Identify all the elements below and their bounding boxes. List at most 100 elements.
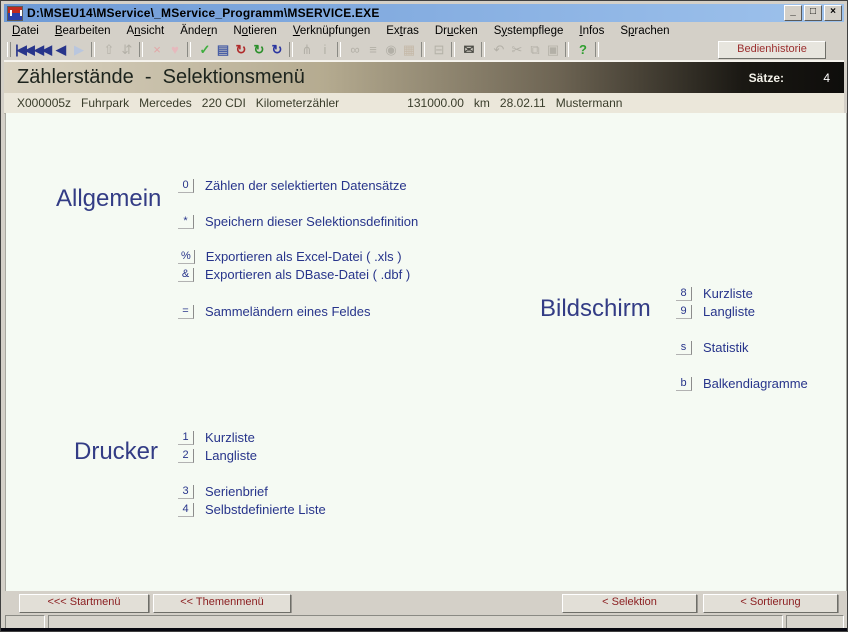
application-window: D:\MSEU14\MService\_MService_Programm\MS…: [0, 0, 848, 632]
shortcut-key: %: [178, 250, 195, 264]
favorite-icon: ♥: [165, 41, 183, 58]
link-icon: ⋔: [297, 41, 315, 58]
run-green-icon[interactable]: ↻: [249, 41, 267, 58]
chart-icon: ▦: [399, 41, 417, 58]
menu-item-selbstdefinierte-liste[interactable]: 4 Selbstdefinierte Liste: [178, 502, 326, 517]
toolbar-separator: [289, 42, 293, 57]
menu-item-serienbrief[interactable]: 3 Serienbrief: [178, 484, 268, 499]
menu-item-balkendiagramme[interactable]: b Balkendiagramme: [676, 376, 808, 391]
menu-verknuepfungen[interactable]: Verknüpfungen: [285, 24, 378, 38]
toolbar-separator: [481, 42, 485, 57]
menu-item-sammelaendern[interactable]: = Sammeländern eines Feldes: [178, 304, 370, 319]
search-icon: ∞: [345, 41, 363, 58]
selection-menu-content: Allgemein 0 Zählen der selektierten Date…: [5, 113, 847, 591]
menu-notieren[interactable]: Notieren: [225, 24, 285, 38]
record-date: 28.02.11: [500, 96, 546, 110]
list-icon: ≡: [363, 41, 381, 58]
prev-record-icon[interactable]: ◀: [51, 41, 69, 58]
app-icon: [7, 6, 23, 21]
paste-icon: ▣: [543, 41, 561, 58]
toolbar-separator: [421, 42, 425, 57]
menu-drucken[interactable]: Drucken: [427, 24, 486, 38]
record-id: X000005z: [17, 96, 71, 110]
sortierung-button[interactable]: < Sortierung: [703, 594, 838, 613]
menu-item-statistik[interactable]: s Statistik: [676, 340, 749, 355]
toolbar-icons: |◀◀◀◀◀▶⇧⇵×♥✓▤↻↻↻⋔i∞≡◉▦⊟✉↶✂⧉▣?: [15, 41, 603, 58]
menu-ansicht[interactable]: Ansicht: [119, 24, 173, 38]
menu-item-selektionsdefinition-speichern[interactable]: * Speichern dieser Selektionsdefinition: [178, 214, 418, 229]
footer-bar: <<< Startmenü << Themenmenü < Selektion …: [4, 591, 844, 613]
record-make: Mercedes: [139, 96, 192, 110]
shortcut-key: 0: [178, 179, 194, 193]
records-count-value: 4: [823, 71, 830, 85]
selektion-button[interactable]: < Selektion: [562, 594, 697, 613]
help-icon[interactable]: ?: [573, 41, 591, 58]
section-title-allgemein: Allgemein: [56, 185, 161, 213]
records-count-label: Sätze:: [749, 71, 784, 85]
first-record-icon[interactable]: |◀◀: [15, 41, 33, 58]
section-title-drucker: Drucker: [74, 438, 158, 466]
run-red-icon[interactable]: ↻: [231, 41, 249, 58]
copy-icon: ⧉: [525, 41, 543, 58]
menu-aendern[interactable]: Ändern: [172, 24, 225, 38]
shortcut-key: *: [178, 215, 194, 229]
minimize-button[interactable]: _: [784, 5, 802, 21]
history-button[interactable]: Bedienhistorie: [718, 41, 826, 59]
window-bottom-edge: [1, 628, 847, 631]
title-bar[interactable]: D:\MSEU14\MService\_MService_Programm\MS…: [4, 4, 844, 22]
next-record-icon: ▶: [69, 41, 87, 58]
record-model: 220 CDI: [202, 96, 246, 110]
toolbar-separator: [565, 42, 569, 57]
info-icon: i: [315, 41, 333, 58]
toolbar-separator: [139, 42, 143, 57]
menu-extras[interactable]: Extras: [378, 24, 427, 38]
menu-infos[interactable]: Infos: [571, 24, 612, 38]
menu-systempflege[interactable]: Systempflege: [486, 24, 572, 38]
menu-item-export-dbase[interactable]: & Exportieren als DBase-Datei ( .dbf ): [178, 267, 410, 282]
menu-item-bildschirm-kurzliste[interactable]: 8 Kurzliste: [676, 286, 753, 301]
cut-icon: ✂: [507, 41, 525, 58]
record-category: Fuhrpark: [81, 96, 129, 110]
shortcut-key: 2: [178, 449, 194, 463]
current-record-bar: X000005z Fuhrpark Mercedes 220 CDI Kilom…: [4, 93, 844, 114]
maximize-button[interactable]: □: [804, 5, 822, 21]
menu-sprachen[interactable]: Sprachen: [612, 24, 677, 38]
confirm-icon[interactable]: ✓: [195, 41, 213, 58]
mail-icon[interactable]: ✉: [459, 41, 477, 58]
menu-bearbeiten[interactable]: Bearbeiten: [47, 24, 119, 38]
undo-icon: ↶: [489, 41, 507, 58]
toolbar-separator: [595, 42, 599, 57]
record-counter-value: 131000.00: [407, 96, 464, 110]
import-icon: ⇧: [99, 41, 117, 58]
delete-icon: ×: [147, 41, 165, 58]
shortcut-key: 8: [676, 287, 692, 301]
menu-datei[interactable]: Datei: [4, 24, 47, 38]
shortcut-key: b: [676, 377, 692, 391]
preview-icon: ◉: [381, 41, 399, 58]
close-button[interactable]: ×: [824, 5, 842, 21]
window-title: D:\MSEU14\MService\_MService_Programm\MS…: [27, 6, 784, 20]
menu-item-bildschirm-langliste[interactable]: 9 Langliste: [676, 304, 755, 319]
page-header: Zählerstände - Selektionsmenü Sätze: 4: [4, 61, 844, 94]
menubar: DateiBearbeitenAnsichtÄndernNotierenVerk…: [4, 22, 844, 39]
menu-item-export-excel[interactable]: % Exportieren als Excel-Datei ( .xls ): [178, 249, 402, 264]
menu-item-drucker-langliste[interactable]: 2 Langliste: [178, 448, 257, 463]
shortcut-key: 4: [178, 503, 194, 517]
toolbar-separator: [187, 42, 191, 57]
record-counter-type: Kilometerzähler: [256, 96, 339, 110]
shortcut-key: &: [178, 268, 194, 282]
toolbar-grip: [7, 42, 11, 57]
toolbar-separator: [91, 42, 95, 57]
menu-item-drucker-kurzliste[interactable]: 1 Kurzliste: [178, 430, 255, 445]
record-unit: km: [474, 96, 490, 110]
form-icon[interactable]: ▤: [213, 41, 231, 58]
shortcut-key: 1: [178, 431, 194, 445]
toolbar-separator: [337, 42, 341, 57]
startmenu-button[interactable]: <<< Startmenü: [19, 594, 149, 613]
toolbar-separator: [451, 42, 455, 57]
prev-block-icon[interactable]: ◀◀: [33, 41, 51, 58]
themenmenu-button[interactable]: << Themenmenü: [153, 594, 291, 613]
menu-item-zaehlen-datensaetze[interactable]: 0 Zählen der selektierten Datensätze: [178, 178, 407, 193]
shortcut-key: s: [676, 341, 692, 355]
run-blue-icon[interactable]: ↻: [267, 41, 285, 58]
